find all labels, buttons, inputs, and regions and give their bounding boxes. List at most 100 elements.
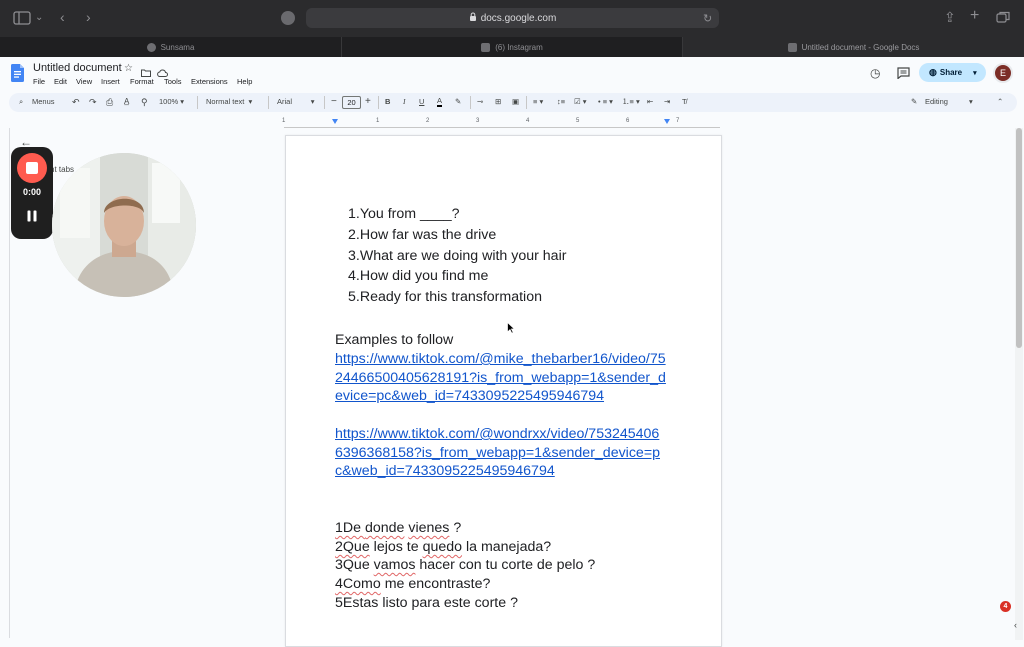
underline-icon[interactable]: U — [419, 97, 424, 107]
scrollbar-thumb[interactable] — [1016, 128, 1022, 348]
checklist-icon[interactable]: ☑ ▾ — [574, 97, 587, 107]
list-item[interactable]: 3.What are we doing with your hair — [348, 248, 566, 264]
pencil-icon: ✎ — [911, 97, 918, 106]
ruler-tick: 3 — [476, 118, 480, 124]
chevron-down-icon[interactable]: ▾ — [973, 69, 977, 77]
examples-heading[interactable]: Examples to follow — [335, 331, 453, 350]
forward-arrow-icon[interactable]: › — [86, 10, 91, 24]
left-indent-marker[interactable] — [332, 119, 338, 124]
tiktok-link-2[interactable]: 6396368158?is_from_webapp=1&sender_devic… — [335, 444, 660, 463]
horizontal-ruler[interactable] — [284, 117, 720, 128]
menu-file[interactable]: File — [33, 77, 45, 86]
back-arrow-icon[interactable]: ‹ — [60, 10, 65, 24]
paint-format-icon[interactable]: ⚲ — [141, 97, 148, 107]
notification-badge[interactable]: 4 — [1000, 601, 1011, 612]
stop-icon — [26, 162, 38, 174]
url-text: docs.google.com — [480, 12, 557, 24]
decrease-font-size-icon[interactable]: − — [331, 97, 337, 107]
tab-overview-icon[interactable] — [996, 11, 1010, 25]
bold-icon[interactable]: B — [385, 97, 390, 107]
document-tabs-label[interactable]: nt tabs — [50, 165, 74, 174]
clear-formatting-icon[interactable]: T̸ — [682, 97, 687, 107]
share-button[interactable]: ◍ Share ▾ — [919, 63, 986, 82]
bulleted-list-icon[interactable]: • ≡ ▾ — [598, 97, 613, 107]
address-bar[interactable]: docs.google.com — [306, 8, 719, 28]
recording-timer: 0:00 — [22, 187, 41, 197]
tab-instagram[interactable]: (6) Instagram — [342, 37, 683, 57]
insert-image-icon[interactable]: ▣ — [512, 97, 519, 107]
font-select[interactable]: Arial ▾ — [277, 97, 315, 107]
tiktok-link-2[interactable]: https://www.tiktok.com/@wondrxx/video/75… — [335, 425, 659, 444]
list-item[interactable]: 2.How far was the drive — [348, 227, 496, 243]
chevron-up-icon[interactable]: ⌃ — [997, 97, 1003, 107]
print-icon[interactable]: ⎙ — [106, 97, 113, 107]
menu-format[interactable]: Format — [130, 77, 154, 86]
spanish-line-4[interactable]: 4Como me encontraste? — [335, 575, 490, 594]
star-icon[interactable]: ☆ — [124, 63, 133, 74]
toolbar-divider — [324, 96, 325, 109]
numbered-list-icon[interactable]: ⒈≡ ▾ — [622, 97, 640, 107]
version-history-icon[interactable]: ◷ — [870, 66, 880, 80]
chevron-left-icon[interactable]: ‹ — [1014, 620, 1017, 630]
spanish-line-3[interactable]: 3Que vamos hacer con tu corte de pelo ? — [335, 556, 595, 575]
sidebar-toggle-icon[interactable] — [13, 11, 31, 27]
list-item[interactable]: 5.Ready for this transformation — [348, 289, 542, 305]
zoom-select[interactable]: 100% ▾ — [159, 97, 184, 107]
tiktok-link-1[interactable]: https://www.tiktok.com/@mike_thebarber16… — [335, 350, 666, 369]
line-spacing-icon[interactable]: ↕≡ — [557, 97, 565, 107]
share-sheet-icon[interactable]: ⇪ — [944, 10, 956, 24]
style-select[interactable]: Normal text ▾ — [206, 97, 252, 107]
editing-mode-select[interactable]: Editing — [925, 97, 948, 107]
tiktok-link-2[interactable]: c&web_id=7433095225495946794 — [335, 462, 555, 481]
italic-icon[interactable]: I — [403, 97, 406, 107]
comments-icon[interactable] — [897, 66, 910, 84]
align-icon[interactable]: ≡ ▾ — [533, 97, 543, 107]
chevron-down-icon[interactable]: ⌄ — [35, 11, 43, 25]
add-comment-icon[interactable]: ⊞ — [495, 97, 501, 107]
text-color-icon[interactable]: A — [437, 97, 443, 107]
document-title[interactable]: Untitled document — [33, 62, 122, 74]
increase-font-size-icon[interactable]: + — [365, 97, 371, 107]
search-icon[interactable]: ⌕ — [19, 97, 23, 107]
menu-insert[interactable]: Insert — [101, 77, 120, 86]
highlight-icon[interactable]: ✎ — [455, 97, 461, 107]
tiktok-link-1[interactable]: evice=pc&web_id=7433095225495946794 — [335, 387, 604, 406]
list-item[interactable]: 4.How did you find me — [348, 268, 488, 284]
redo-icon[interactable]: ↷ — [89, 97, 97, 107]
spanish-line-2[interactable]: 2Que lejos te quedo la manejada? — [335, 538, 551, 557]
webcam-video — [52, 153, 196, 297]
tiktok-link-1[interactable]: 24466500405628191?is_from_webapp=1&sende… — [335, 369, 666, 388]
globe-icon: ◍ — [929, 67, 937, 77]
spanish-line-1[interactable]: 1De donde vienes ? — [335, 519, 461, 538]
webcam-bubble[interactable] — [52, 153, 196, 297]
docs-logo-icon[interactable] — [11, 64, 24, 87]
font-size-input[interactable]: 20 — [342, 96, 361, 109]
toolbar-divider — [526, 96, 527, 109]
toolbar-divider — [268, 96, 269, 109]
chevron-down-icon[interactable]: ▾ — [969, 97, 973, 107]
menu-view[interactable]: View — [76, 77, 92, 86]
menus-search[interactable]: Menus — [32, 97, 55, 107]
new-tab-icon[interactable]: + — [970, 8, 979, 24]
menu-help[interactable]: Help — [237, 77, 252, 86]
undo-icon[interactable]: ↶ — [72, 97, 80, 107]
increase-indent-icon[interactable]: ⇥ — [664, 97, 670, 107]
decrease-indent-icon[interactable]: ⇤ — [647, 97, 653, 107]
right-indent-marker[interactable] — [664, 119, 670, 124]
spellcheck-icon[interactable]: A̲ — [124, 97, 129, 107]
instagram-favicon-icon — [481, 42, 491, 52]
menu-extensions[interactable]: Extensions — [191, 77, 228, 86]
google-favicon-icon — [281, 11, 295, 25]
menu-tools[interactable]: Tools — [164, 77, 182, 86]
tab-sunsama[interactable]: Sunsama — [0, 37, 342, 57]
spanish-line-5[interactable]: 5Estas listo para este corte ? — [335, 594, 518, 613]
ruler-tick: 5 — [576, 118, 580, 124]
link-icon[interactable]: ⊸ — [477, 97, 483, 107]
avatar[interactable]: E — [993, 63, 1013, 83]
ruler-tick: 2 — [426, 118, 430, 124]
tab-google-docs[interactable]: Untitled document - Google Docs — [683, 37, 1024, 57]
pause-recording-button[interactable] — [26, 209, 38, 222]
reload-icon[interactable]: ↻ — [703, 12, 712, 26]
menu-edit[interactable]: Edit — [54, 77, 67, 86]
list-item[interactable]: 1.You from ____? — [348, 206, 460, 222]
